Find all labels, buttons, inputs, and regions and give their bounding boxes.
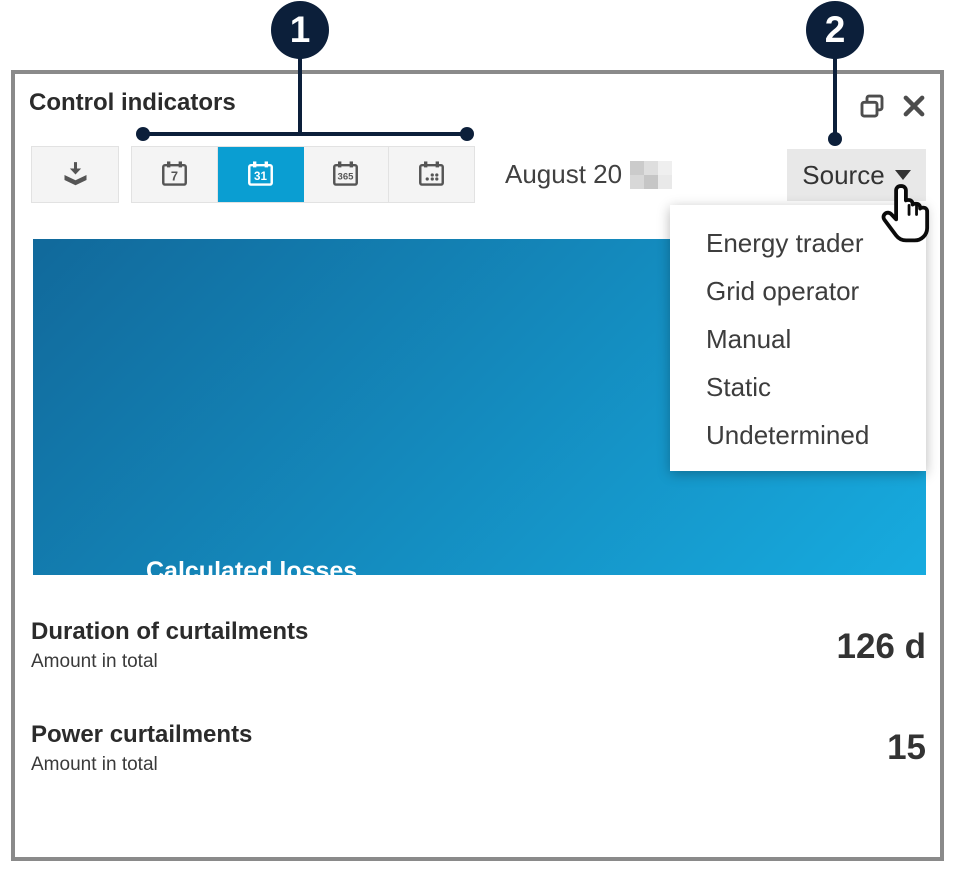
source-button-label: Source [802,160,884,191]
selected-period-text: August 20 [505,159,622,190]
duplicate-window-glyph [857,91,887,121]
panel-title: Control indicators [29,89,236,117]
calendar-31-icon: 31 [245,159,276,190]
close-glyph [900,92,928,120]
chevron-down-icon [895,170,911,180]
power-curtailments-title: Power curtailments [31,721,252,749]
annotation-step-2-dot [828,132,842,146]
calendar-365-icon: 365 [330,159,361,190]
close-icon[interactable] [900,92,930,122]
hand-pointer-glyph [875,182,937,248]
period-7-days-button[interactable]: 7 [132,147,218,202]
menu-item-manual[interactable]: Manual [670,315,926,363]
annotation-step-2-number: 2 [825,9,846,51]
losses-card-title: Calculated losses [146,557,357,586]
period-custom-range-button[interactable] [389,147,474,202]
power-curtailments-subtitle: Amount in total [31,754,158,776]
selected-period-label: August 20 [505,146,672,203]
download-button[interactable] [31,146,119,203]
calendar-7-icon: 7 [159,159,190,190]
svg-text:7: 7 [171,168,178,183]
calendar-custom-range-icon [416,159,447,190]
annotation-step-1-badge: 1 [271,1,329,59]
download-icon [59,158,92,191]
duration-curtailments-subtitle: Amount in total [31,651,158,673]
duration-curtailments-title: Duration of curtailments [31,618,308,646]
svg-text:31: 31 [254,170,267,183]
annotation-step-2-badge: 2 [806,1,864,59]
redacted-year-blur [630,161,672,189]
power-curtailments-value: 15 [887,728,926,768]
menu-item-undetermined[interactable]: Undetermined [670,411,926,459]
menu-item-grid-operator[interactable]: Grid operator [670,267,926,315]
period-365-days-button[interactable]: 365 [304,147,390,202]
annotation-step-1-number: 1 [290,9,311,51]
hand-pointer-cursor [875,182,937,248]
duplicate-window-icon[interactable] [857,91,887,121]
duration-curtailments-value: 126 d [837,627,927,667]
screenshot-stage: 1 2 Control indicators [0,0,954,874]
annotation-step-1-span-line [143,132,467,136]
period-31-days-button[interactable]: 31 [218,147,304,202]
annotation-step-1-right-dot [460,127,474,141]
annotation-step-1-stem-line [298,57,302,134]
period-button-group: 7 31 365 [131,146,475,203]
menu-item-static[interactable]: Static [670,363,926,411]
annotation-step-1-left-dot [136,127,150,141]
annotation-step-2-stem-line [833,57,837,137]
svg-text:365: 365 [338,172,355,183]
